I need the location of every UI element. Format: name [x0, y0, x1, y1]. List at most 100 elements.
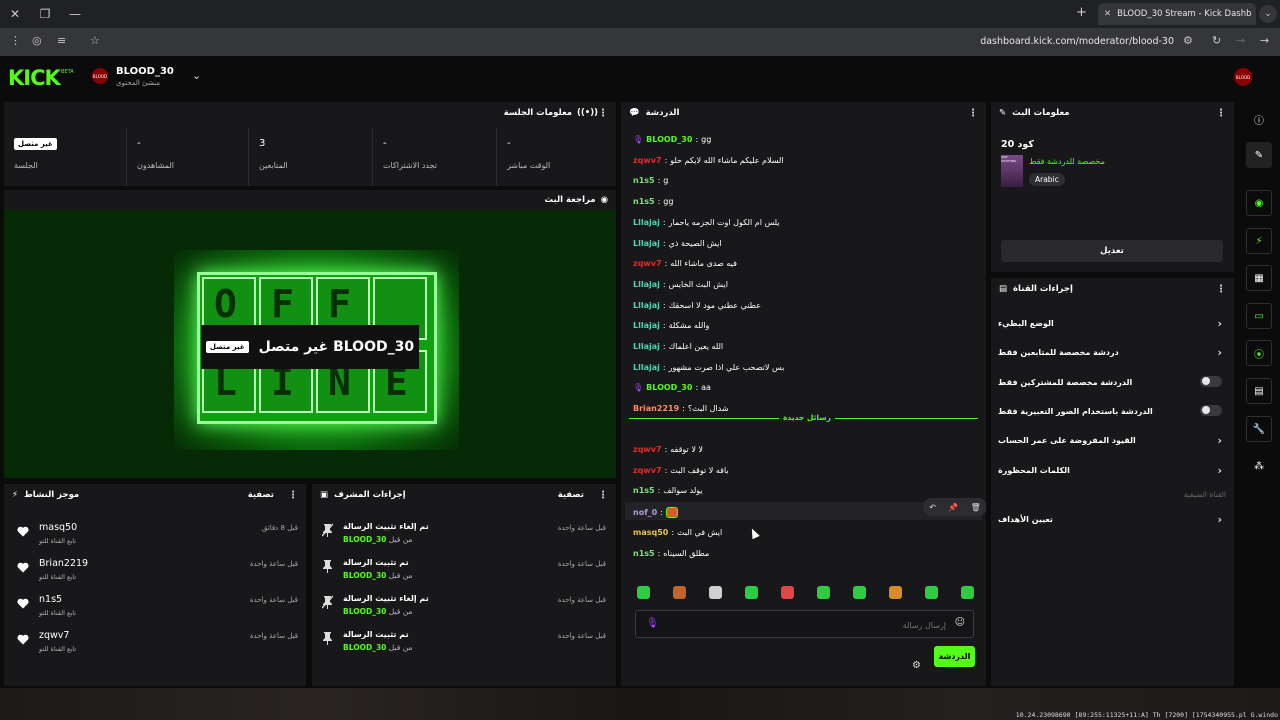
chat-input-box[interactable]: 🎙 ☺	[635, 610, 974, 638]
close-window-icon[interactable]: ✕	[0, 0, 30, 28]
chat-username[interactable]: zqwv7	[633, 259, 662, 268]
toggle-switch[interactable]	[1200, 375, 1222, 387]
filter-button[interactable]: تصفية	[558, 490, 584, 500]
edit-stream-button[interactable]: تعديل	[1001, 240, 1223, 262]
chat-message[interactable]: masq50: ايش في البث	[633, 528, 722, 537]
bookmark-star-icon[interactable]: ☆	[90, 34, 100, 47]
chat-username[interactable]: zqwv7	[633, 445, 662, 454]
set-goals-row[interactable]: تعيين الأهداف ›	[991, 508, 1234, 532]
chat-message[interactable]: n1s5: g	[633, 176, 668, 185]
more-options-icon[interactable]: ⋮	[1216, 284, 1226, 295]
emote-icon[interactable]	[925, 586, 938, 599]
restore-window-icon[interactable]: ❐	[30, 0, 60, 28]
apps-icon[interactable]: ⁂	[1246, 453, 1272, 479]
reload-icon[interactable]: ↻	[1212, 34, 1221, 47]
chat-username[interactable]: Lllajaj	[633, 363, 660, 372]
preview-eye-icon[interactable]: ◉	[1246, 190, 1272, 216]
chat-username[interactable]: Lllajaj	[633, 321, 660, 330]
emoji-icon[interactable]: ☺	[955, 617, 965, 628]
activity-username[interactable]: masq50	[39, 522, 77, 533]
channel-action-row[interactable]: الكلمات المحظورة ›	[991, 459, 1234, 483]
site-settings-icon[interactable]: ⚙	[1183, 34, 1193, 47]
chat-message[interactable]: Lllajaj: والله مشكلة	[633, 321, 709, 330]
channel-action-row[interactable]: الوضع البطيء ›	[991, 312, 1234, 336]
chat-message[interactable]: Lllajaj: ايش الصيحة ذي	[633, 239, 722, 248]
chat-message[interactable]: Lllajaj: عطني عطني مود لا اسحقك	[633, 301, 761, 310]
chevron-down-icon[interactable]: ⌄	[192, 69, 201, 82]
reply-icon[interactable]: ↶	[929, 503, 936, 512]
chat-message[interactable]: n1s5: يولد سوالف	[633, 486, 703, 495]
chat-message[interactable]: Lllajaj: يلس ام الكول اوت الجزمه ياحمار	[633, 218, 780, 227]
chat-message[interactable]: 🎙 BLOOD_30: aa	[633, 383, 711, 392]
chat-message[interactable]: n1s5: gg	[633, 197, 673, 206]
forward-icon[interactable]: →	[1260, 34, 1269, 47]
pencil-icon[interactable]: ✎	[1246, 142, 1272, 168]
chat-bubble-icon[interactable]: ▭	[1246, 303, 1272, 329]
pin-icon[interactable]: 📌	[948, 503, 958, 512]
chat-message[interactable]: zqwv7: باقه لا توقف البث	[633, 466, 729, 475]
chat-username[interactable]: n1s5	[633, 176, 655, 185]
channel-action-row[interactable]: الدردشة مخصصة للمشتركين فقط	[991, 371, 1234, 395]
chat-message[interactable]: Lllajaj: ايش البث الخايس	[633, 280, 728, 289]
mod-action-user[interactable]: BLOOD_30	[343, 571, 386, 580]
toggle-switch[interactable]	[1200, 404, 1222, 416]
mod-action-user[interactable]: BLOOD_30	[343, 607, 386, 616]
chat-username[interactable]: Lllajaj	[633, 342, 660, 351]
chat-username[interactable]: Lllajaj	[633, 218, 660, 227]
chat-message[interactable]: 🎙 BLOOD_30: gg	[633, 135, 711, 144]
more-options-icon[interactable]: ⋮	[598, 490, 608, 501]
menu-kebab-icon[interactable]: ⋮	[10, 34, 21, 47]
lightning-icon[interactable]: ⚡	[1246, 228, 1272, 254]
more-options-icon[interactable]: ⋮	[968, 108, 978, 119]
user-avatar[interactable]: BLOOD	[1234, 68, 1252, 86]
filter-button[interactable]: تصفية	[248, 490, 274, 500]
chat-username[interactable]: nof_0	[633, 508, 657, 517]
chat-message[interactable]: nof_0:	[633, 507, 678, 519]
channel-action-row[interactable]: القيود المفروضة على عمر الحساب ›	[991, 429, 1234, 453]
chat-message[interactable]: zqwv7: فيه صدى ماشاء الله	[633, 259, 737, 268]
category-name[interactable]: مخصصة للدردشة فقط	[1029, 157, 1105, 166]
chat-username[interactable]: zqwv7	[633, 466, 662, 475]
mod-action-user[interactable]: BLOOD_30	[343, 643, 386, 652]
chat-message[interactable]: zqwv7: لا لا توقفه	[633, 445, 703, 454]
more-options-icon[interactable]: ⋮	[1216, 108, 1226, 119]
broadcast-icon[interactable]: ⦿	[1246, 340, 1272, 366]
emote-icon[interactable]	[709, 586, 722, 599]
more-options-icon[interactable]: ⋮	[598, 108, 608, 119]
emote-icon[interactable]	[961, 586, 974, 599]
kick-logo[interactable]: KICK	[8, 66, 61, 90]
chat-username[interactable]: Lllajaj	[633, 301, 660, 310]
emote-icon[interactable]	[889, 586, 902, 599]
info-icon[interactable]: ⓘ	[1246, 106, 1272, 132]
server-icon[interactable]: ▤	[1246, 378, 1272, 404]
emote-icon[interactable]	[673, 586, 686, 599]
emote-icon[interactable]	[781, 586, 794, 599]
chat-send-button[interactable]: الدردشة	[934, 646, 975, 667]
wrench-icon[interactable]: 🔧	[1246, 416, 1272, 442]
emote-icon[interactable]	[817, 586, 830, 599]
chat-message[interactable]: Lllajaj: الله يعين اعلماك	[633, 342, 723, 351]
activity-username[interactable]: n1s5	[39, 594, 62, 605]
chat-username[interactable]: BLOOD_30	[646, 383, 692, 392]
mod-action-user[interactable]: BLOOD_30	[343, 535, 386, 544]
emote-icon[interactable]	[637, 586, 650, 599]
activity-username[interactable]: zqwv7	[39, 630, 69, 641]
chat-username[interactable]: Lllajaj	[633, 280, 660, 289]
clipboard-icon[interactable]: ▦	[1246, 265, 1272, 291]
emote-icon[interactable]	[745, 586, 758, 599]
chat-message[interactable]: Brian2219: شدال البث؟	[633, 404, 729, 413]
chat-username[interactable]: masq50	[633, 528, 668, 537]
chat-message[interactable]: n1s5: مطلق السيناه	[633, 549, 709, 558]
chat-username[interactable]: Lllajaj	[633, 239, 660, 248]
chat-username[interactable]: n1s5	[633, 549, 655, 558]
chat-username[interactable]: BLOOD_30	[646, 135, 692, 144]
stream-preview[interactable]: OFFLINE غير متصل غير متصل BLOOD_30	[4, 210, 616, 478]
tab-search-icon[interactable]: ⌄	[1259, 5, 1277, 23]
minimize-window-icon[interactable]: —	[60, 0, 90, 28]
back-icon[interactable]: →	[1236, 34, 1245, 47]
browser-tab-active[interactable]: ✕ BLOOD_30 Stream - Kick Dashb K	[1098, 3, 1256, 25]
account-icon[interactable]: ◎	[32, 34, 42, 47]
chat-username[interactable]: Brian2219	[633, 404, 679, 413]
activity-username[interactable]: Brian2219	[39, 558, 88, 569]
chat-message[interactable]: zqwv7: السلام عليكم ماشاء الله لايكم حلو	[633, 156, 784, 165]
